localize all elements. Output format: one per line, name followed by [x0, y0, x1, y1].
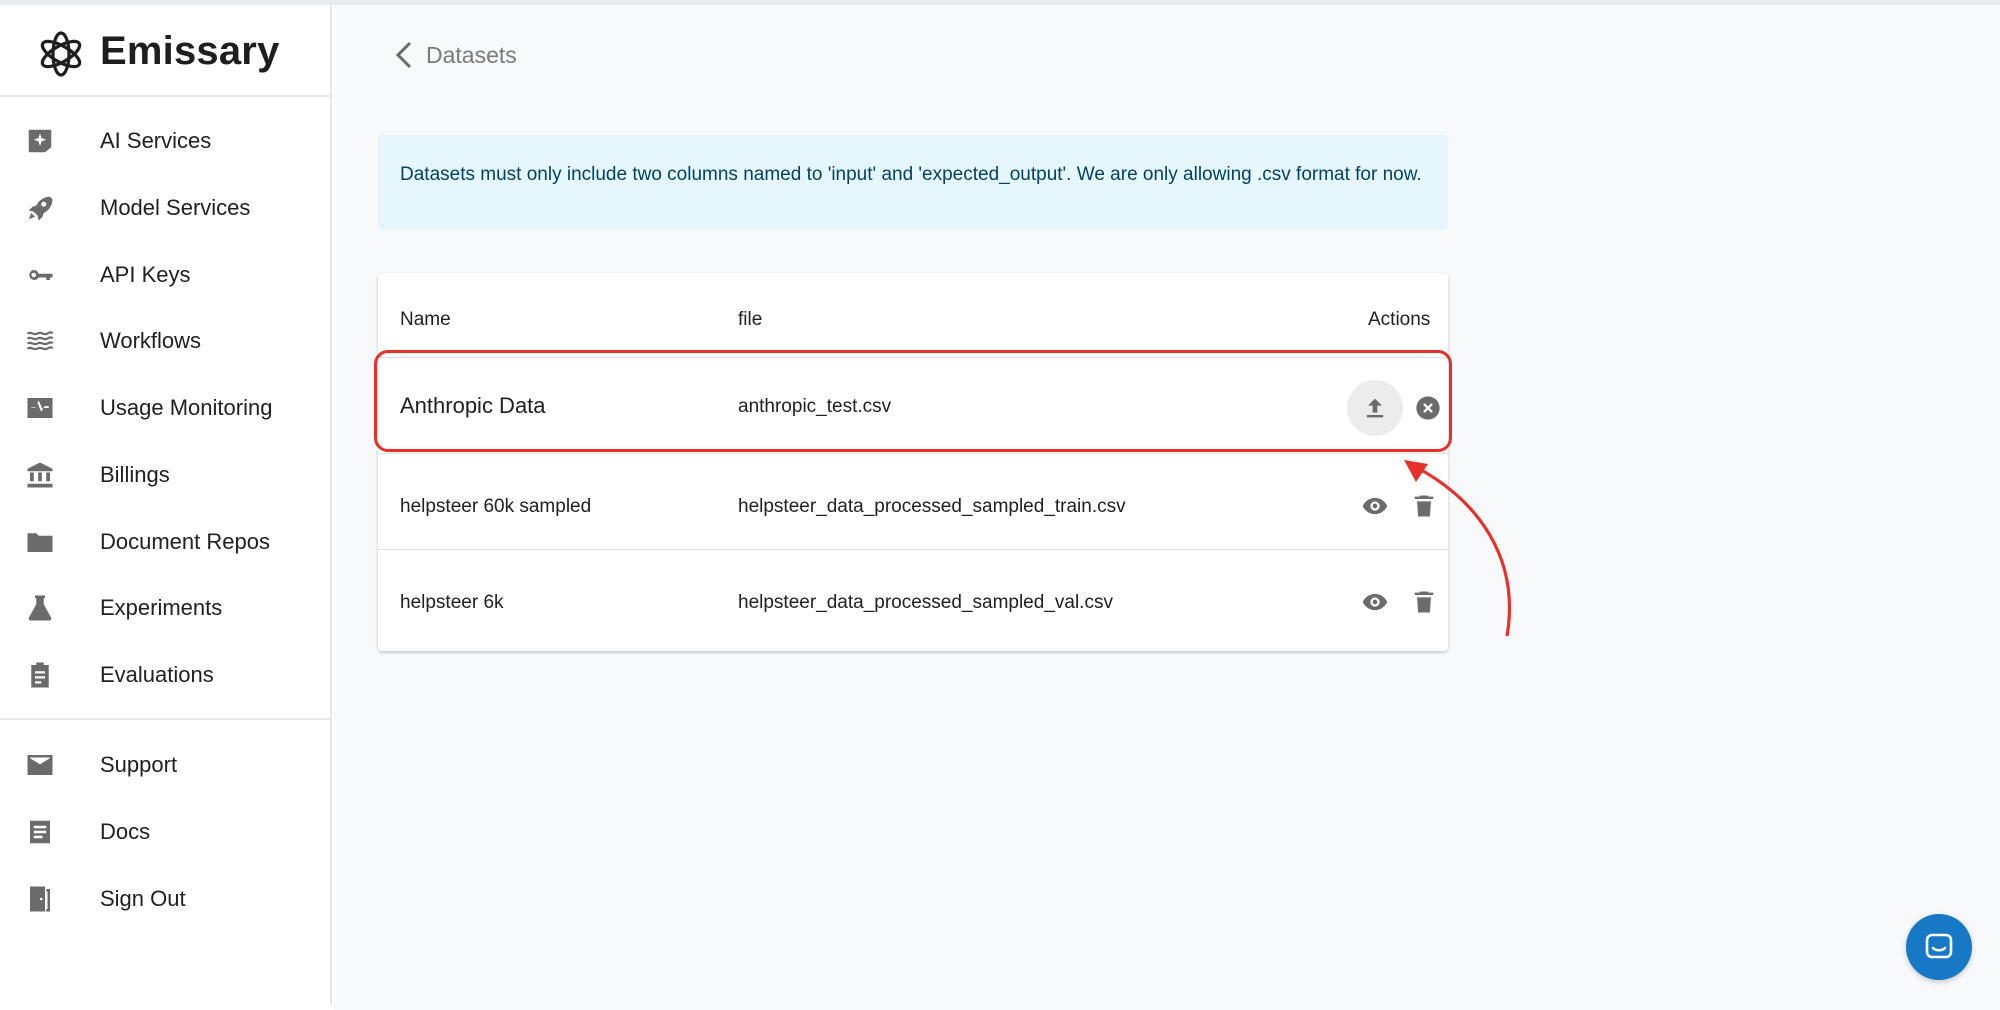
alert-text: Datasets must only include two columns n… — [400, 164, 1422, 185]
brand[interactable]: Emissary — [0, 5, 330, 95]
flask-icon — [24, 592, 56, 624]
info-alert: Datasets must only include two columns n… — [378, 135, 1448, 230]
upload-button[interactable] — [1347, 380, 1403, 436]
view-button[interactable] — [1347, 574, 1403, 630]
sidebar-divider-bottom — [0, 718, 330, 720]
chat-icon — [1925, 933, 1953, 959]
delete-button[interactable] — [1396, 478, 1452, 534]
sidebar-item-label: Usage Monitoring — [100, 395, 273, 420]
sidebar-divider-top — [0, 95, 330, 97]
dataset-file: helpsteer_data_processed_sampled_val.csv — [738, 592, 1113, 613]
sidebar-item-label: Document Repos — [100, 529, 270, 554]
mail-icon — [24, 749, 56, 781]
delete-button[interactable] — [1396, 574, 1452, 630]
back-to-datasets-link[interactable]: Datasets — [392, 39, 517, 71]
sidebar-item-sign-out[interactable]: Sign Out — [0, 866, 330, 932]
bank-icon — [24, 459, 56, 491]
back-label: Datasets — [426, 41, 517, 68]
sidebar-item-billings[interactable]: Billings — [0, 442, 330, 508]
sidebar-item-docs[interactable]: Docs — [0, 799, 330, 865]
sidebar-item-experiments[interactable]: Experiments — [0, 575, 330, 641]
sidebar-item-evaluations[interactable]: Evaluations — [0, 642, 330, 708]
dataset-name: helpsteer 6k — [400, 592, 504, 613]
chat-launcher-button[interactable] — [1906, 914, 1972, 980]
sidebar-item-label: Workflows — [100, 328, 202, 353]
header-divider — [378, 357, 1448, 358]
key-icon — [24, 259, 56, 291]
sidebar: Emissary AI Services Model Services API … — [0, 5, 332, 1005]
sidebar-item-label: Model Services — [100, 195, 251, 220]
sidebar-item-label: Sign Out — [100, 886, 186, 911]
chevron-left-icon — [395, 41, 412, 69]
upload-icon — [1366, 398, 1384, 418]
trash-icon — [1414, 495, 1434, 517]
dataset-file: anthropic_test.csv — [738, 396, 892, 417]
row-divider — [378, 453, 1448, 454]
sidebar-item-label: Support — [100, 752, 178, 777]
sidebar-item-document-repos[interactable]: Document Repos — [0, 509, 330, 575]
sidebar-item-label: Experiments — [100, 595, 223, 620]
eye-icon — [1362, 497, 1388, 515]
view-button[interactable] — [1347, 478, 1403, 534]
column-header-name: Name — [400, 309, 451, 330]
main-content: Datasets Datasets must only include two … — [334, 5, 2000, 1010]
column-header-file: file — [738, 309, 763, 330]
rocket-icon — [24, 192, 56, 224]
sidebar-item-usage-monitoring[interactable]: Usage Monitoring — [0, 375, 330, 441]
document-icon — [24, 816, 56, 848]
trash-icon — [1414, 591, 1434, 613]
dataset-file: helpsteer_data_processed_sampled_train.c… — [738, 496, 1126, 517]
sidebar-item-ai-services[interactable]: AI Services — [0, 108, 330, 174]
cancel-button[interactable] — [1400, 380, 1456, 436]
monitor-heartbeat-icon — [24, 392, 56, 424]
eye-icon — [1362, 593, 1388, 611]
sidebar-item-api-keys[interactable]: API Keys — [0, 242, 330, 308]
datasets-table: Name file Actions Anthropic Data anthrop… — [378, 273, 1448, 651]
folder-icon — [24, 526, 56, 558]
sidebar-item-model-services[interactable]: Model Services — [0, 175, 330, 241]
sidebar-item-label: Evaluations — [100, 662, 214, 687]
exit-door-icon — [24, 883, 56, 915]
sidebar-item-support[interactable]: Support — [0, 732, 330, 798]
sparkle-icon — [24, 125, 56, 157]
dataset-name: helpsteer 60k sampled — [400, 496, 592, 517]
sidebar-item-label: API Keys — [100, 262, 191, 287]
emissary-logo-icon — [40, 31, 82, 77]
waves-icon — [24, 325, 56, 357]
close-circle-icon — [1416, 396, 1440, 420]
row-divider — [378, 549, 1448, 550]
sidebar-item-label: Billings — [100, 462, 170, 487]
sidebar-item-label: AI Services — [100, 128, 212, 153]
sidebar-item-workflows[interactable]: Workflows — [0, 308, 330, 374]
column-header-actions: Actions — [1368, 309, 1431, 330]
dataset-name: Anthropic Data — [400, 393, 546, 418]
sidebar-item-label: Docs — [100, 819, 151, 844]
brand-name: Emissary — [100, 29, 280, 73]
clipboard-icon — [24, 659, 56, 691]
